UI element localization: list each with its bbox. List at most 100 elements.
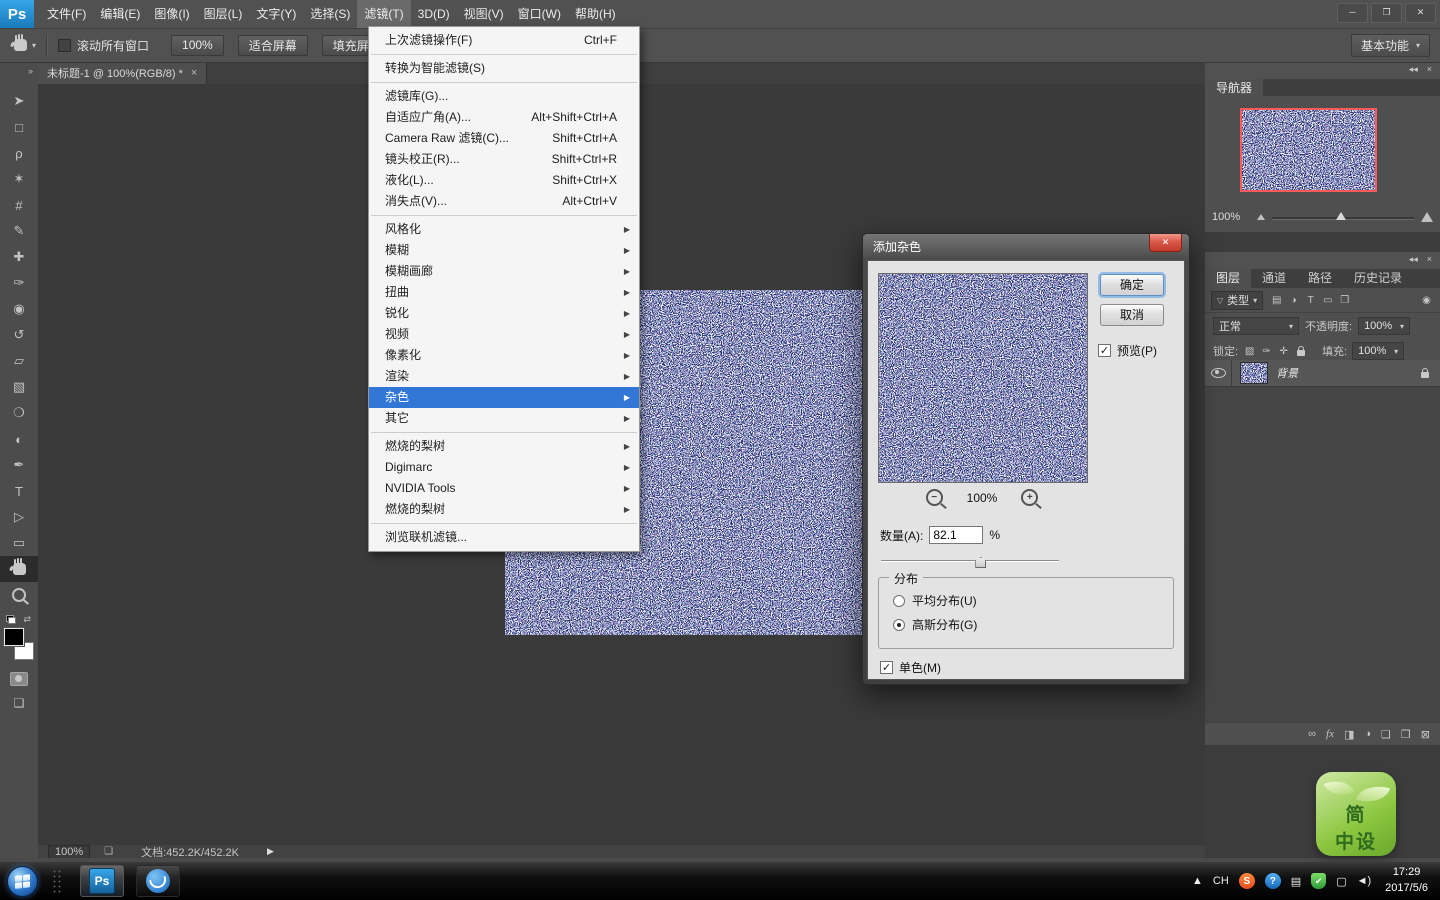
history-brush-tool[interactable]: ↺	[0, 322, 38, 348]
cancel-button[interactable]: 取消	[1100, 304, 1164, 326]
type-tool[interactable]: T	[0, 478, 38, 504]
filter-menu-item[interactable]: 扭曲 ▶	[369, 282, 639, 303]
filter-toggle-icon[interactable]: ◉	[1419, 295, 1434, 306]
panel-tab-0[interactable]: 图层	[1205, 269, 1252, 288]
layer-row-background[interactable]: 背景	[1205, 360, 1440, 387]
adjustment-layer-icon[interactable]: ◑	[1364, 728, 1371, 740]
navigator-slider-thumb[interactable]	[1335, 212, 1346, 220]
layer-group-icon[interactable]: ❏	[1381, 728, 1391, 741]
collapse-panels-icon[interactable]: ◂◂	[1409, 254, 1418, 269]
photoshop-taskbar-button[interactable]: Ps	[80, 865, 124, 897]
radio-selected-icon[interactable]	[893, 618, 905, 631]
gradient-tool[interactable]: ▧	[0, 374, 38, 400]
ime-toolbar-icon[interactable]: ▤	[1291, 875, 1301, 888]
lasso-tool[interactable]: ρ	[0, 140, 38, 166]
menubar-item-5[interactable]: 选择(S)	[303, 0, 357, 28]
new-layer-icon[interactable]: ❐	[1401, 728, 1411, 741]
dialog-close-button[interactable]: ✕	[1149, 234, 1182, 252]
menubar-item-7[interactable]: 3D(D)	[411, 0, 457, 28]
filter-menu-item[interactable]: 燃烧的梨树 ▶	[369, 436, 639, 457]
scroll-all-checkbox[interactable]	[58, 38, 72, 52]
move-tool[interactable]: ➤	[0, 88, 38, 114]
zoom-in-mountain-icon[interactable]	[1421, 212, 1433, 222]
healing-brush-tool[interactable]: ✚	[0, 244, 38, 270]
filter-menu-item[interactable]: 杂色 ▶	[369, 387, 639, 408]
filter-menu-item[interactable]: 像素化 ▶	[369, 345, 639, 366]
filter-menu-item[interactable]: 自适应广角(A)... Alt+Shift+Ctrl+A	[369, 107, 639, 128]
help-tray-icon[interactable]: ?	[1264, 873, 1281, 889]
shape-tool[interactable]: ▭	[0, 530, 38, 556]
filter-menu-item[interactable]: Camera Raw 滤镜(C)... Shift+Ctrl+A	[369, 128, 639, 149]
menubar-item-6[interactable]: 滤镜(T)	[357, 0, 411, 28]
layer-filter-dropdown[interactable]: ▽ 类型 ▾	[1211, 290, 1264, 310]
panel-close-icon[interactable]: ×	[1427, 254, 1432, 269]
default-swatches-icon[interactable]	[6, 615, 16, 624]
lock-position-icon[interactable]: ✛	[1277, 346, 1290, 357]
filter-menu-item[interactable]: 渲染 ▶	[369, 366, 639, 387]
filter-pixel-layers-icon[interactable]: ▤	[1269, 295, 1284, 306]
radio-unselected-icon[interactable]	[893, 594, 905, 607]
eraser-tool[interactable]: ▱	[0, 348, 38, 374]
opacity-dropdown[interactable]: 100% ▾	[1358, 317, 1411, 335]
ime-language-indicator[interactable]: CH	[1213, 875, 1229, 887]
lock-all-icon[interactable]	[1294, 346, 1307, 356]
scroll-all-windows-option[interactable]: 滚动所有窗口	[58, 37, 149, 54]
minimize-icon[interactable]: ─	[1337, 3, 1368, 23]
filter-menu-item[interactable]: Digimarc ▶	[369, 457, 639, 478]
preview-checkbox[interactable]: ✓ 预览(P)	[1098, 342, 1157, 359]
fit-screen-button[interactable]: 适合屏幕	[237, 34, 308, 56]
dodge-tool[interactable]: ◐	[0, 426, 38, 452]
document-tab[interactable]: 未标题-1 @ 100%(RGB/8) * ×	[38, 62, 208, 84]
display-tray-icon[interactable]: ▢	[1336, 875, 1346, 888]
restore-icon[interactable]: ❐	[1371, 3, 1402, 23]
blur-tool[interactable]: ❍	[0, 400, 38, 426]
uniform-radio[interactable]: 平均分布(U)	[893, 592, 977, 609]
security-shield-icon[interactable]: ✔	[1311, 873, 1327, 889]
panel-tab-3[interactable]: 历史记录	[1343, 269, 1413, 288]
layer-visibility-toggle[interactable]	[1205, 360, 1232, 386]
menubar-item-3[interactable]: 图层(L)	[197, 0, 250, 28]
workspace-switcher[interactable]: 基本功能 ▾	[1350, 34, 1430, 57]
panel-tab-1[interactable]: 通道	[1251, 269, 1297, 288]
zoom-out-button[interactable]: −	[925, 489, 943, 506]
eyedropper-tool[interactable]: ✎	[0, 218, 38, 244]
quick-mask-icon[interactable]	[10, 672, 28, 686]
menubar-item-9[interactable]: 窗口(W)	[511, 0, 568, 28]
panel-close-icon[interactable]: ×	[1427, 64, 1432, 79]
zoom-in-button[interactable]: +	[1021, 489, 1039, 506]
amount-slider[interactable]	[881, 555, 1059, 568]
noise-preview[interactable]	[878, 273, 1088, 483]
menubar-item-0[interactable]: 文件(F)	[40, 0, 93, 28]
monochrome-checkbox[interactable]: ✓ 单色(M)	[880, 659, 941, 676]
dock-collapse-icon[interactable]: »	[0, 62, 38, 82]
close-icon[interactable]: ✕	[1405, 3, 1436, 23]
filter-menu-item[interactable]: 滤镜库(G)...	[369, 86, 639, 107]
panel-tab-2[interactable]: 路径	[1297, 269, 1343, 288]
status-doc-icon[interactable]: ❏	[104, 846, 113, 857]
menubar-item-10[interactable]: 帮助(H)	[568, 0, 623, 28]
hand-tool[interactable]	[0, 556, 38, 582]
swap-swatches-icon[interactable]: ⇄	[23, 614, 31, 625]
filter-adjustment-layers-icon[interactable]: ◑	[1286, 295, 1301, 306]
path-selection-tool[interactable]: ▷	[0, 504, 38, 530]
filter-type-layers-icon[interactable]: T	[1303, 295, 1318, 306]
brush-tool[interactable]: ✑	[0, 270, 38, 296]
filter-menu-item[interactable]: 镜头校正(R)... Shift+Ctrl+R	[369, 149, 639, 170]
gaussian-radio[interactable]: 高斯分布(G)	[893, 616, 977, 633]
filter-menu-item[interactable]: NVIDIA Tools ▶	[369, 478, 639, 499]
filter-menu-item[interactable]: 浏览联机滤镜...	[369, 527, 639, 548]
layer-thumbnail[interactable]	[1240, 362, 1268, 384]
foreground-color-swatch[interactable]	[4, 628, 24, 646]
status-menu-arrow-icon[interactable]: ▶	[267, 846, 274, 857]
amount-input[interactable]	[929, 526, 984, 544]
filter-menu-item[interactable]: 视频 ▶	[369, 324, 639, 345]
slider-thumb[interactable]	[975, 557, 987, 568]
tool-preset-dropdown[interactable]: ▾	[14, 35, 36, 51]
messenger-taskbar-button[interactable]	[136, 865, 180, 897]
menubar-item-4[interactable]: 文字(Y)	[249, 0, 303, 28]
zoom-tool[interactable]	[0, 582, 38, 608]
blend-mode-dropdown[interactable]: 正常 ▾	[1213, 317, 1299, 335]
filter-menu-item[interactable]: 液化(L)... Shift+Ctrl+X	[369, 170, 639, 191]
crop-tool[interactable]: #	[0, 192, 38, 218]
pen-tool[interactable]: ✒	[0, 452, 38, 478]
